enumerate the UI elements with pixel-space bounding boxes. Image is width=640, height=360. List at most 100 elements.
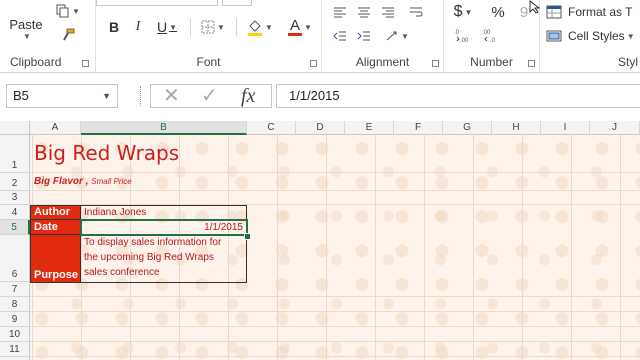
svg-text:.00: .00 <box>482 30 491 36</box>
borders-icon <box>201 20 215 34</box>
subtitle-cell[interactable]: Big Flavor , Small Price <box>34 176 132 187</box>
formula-input[interactable]: 1/1/2015 <box>276 84 640 108</box>
underline-label: U <box>156 19 168 35</box>
alignment-group-label: Alignment <box>355 55 410 69</box>
ribbon: Paste ▼ ▼ Clipboard ↘ B I U▼ ▼ ▼ <box>0 0 640 73</box>
bold-button[interactable]: B <box>104 17 124 37</box>
orientation-icon <box>386 31 397 41</box>
percent-style-button[interactable]: % <box>488 2 508 22</box>
chevron-down-icon: ▼ <box>23 32 31 41</box>
row-header-7[interactable]: 7 <box>0 282 30 297</box>
row-header-2[interactable]: 2 <box>0 173 30 191</box>
column-header-E[interactable]: E <box>345 121 394 135</box>
formula-bar: B5 ▼ ✕ ✓ fx 1/1/2015 <box>0 78 640 118</box>
worksheet-grid[interactable]: A B C D E F G H I J 1 2 3 4 5 6 7 8 9 10… <box>0 121 640 360</box>
font-name-box[interactable] <box>96 0 218 6</box>
format-as-table-icon <box>546 5 562 19</box>
copy-button[interactable]: ▼ <box>56 2 80 20</box>
font-dialog-launcher[interactable]: ↘ <box>310 60 317 67</box>
cell-styles-icon <box>546 30 562 42</box>
row-header-8[interactable]: 8 <box>0 297 30 312</box>
column-header-C[interactable]: C <box>247 121 296 135</box>
row-header-3[interactable]: 3 <box>0 191 30 205</box>
column-header-B[interactable]: B <box>81 121 247 135</box>
font-color-button[interactable]: A ▼ <box>282 15 318 39</box>
cursor-arrow-icon <box>529 0 541 14</box>
title-cell[interactable]: Big Red Wraps <box>34 141 179 165</box>
row-header-4[interactable]: 4 <box>0 205 30 220</box>
insert-function-icon[interactable]: fx <box>241 85 255 107</box>
fill-color-button[interactable]: ▼ <box>242 15 278 39</box>
orientation-button[interactable]: ▼ <box>382 28 412 44</box>
chevron-down-icon: ▼ <box>464 7 473 17</box>
column-header-H[interactable]: H <box>492 121 541 135</box>
column-header-D[interactable]: D <box>296 121 345 135</box>
percent-icon: % <box>491 3 505 21</box>
wrap-text-button[interactable] <box>406 4 426 20</box>
chevron-down-icon[interactable]: ▼ <box>102 85 111 107</box>
gridline <box>30 296 640 297</box>
comma-icon: 9 <box>519 3 529 21</box>
svg-text:.0: .0 <box>490 38 496 43</box>
subtitle-main: Big Flavor <box>34 176 83 187</box>
align-left-lines-icon <box>334 7 346 18</box>
decrease-indent-icon <box>333 31 346 41</box>
gridline <box>30 326 640 327</box>
clipboard-dialog-launcher[interactable]: ↘ <box>82 60 89 67</box>
row-header-10[interactable]: 10 <box>0 327 30 342</box>
chevron-down-icon: ▼ <box>626 31 635 41</box>
align-top-button[interactable] <box>330 4 350 20</box>
italic-button[interactable]: I <box>128 17 148 37</box>
column-header-G[interactable]: G <box>443 121 492 135</box>
accounting-format-button[interactable]: $ ▼ <box>450 2 476 22</box>
gridline <box>30 190 640 191</box>
align-bottom-button[interactable] <box>378 4 398 20</box>
row-header-9[interactable]: 9 <box>0 312 30 327</box>
gridline <box>30 341 640 342</box>
cell-styles-button[interactable]: Cell Styles ▼ <box>546 26 640 46</box>
cancel-icon[interactable]: ✕ <box>163 85 180 107</box>
name-box-value: B5 <box>13 88 29 103</box>
styles-group: Format as T Cell Styles ▼ Styl <box>540 0 640 72</box>
number-group: $ ▼ % 9 .0.00 .00.0 Number ↘ <box>444 0 540 72</box>
info-table-col-divider <box>80 205 81 283</box>
name-box[interactable]: B5 ▼ <box>6 84 118 108</box>
select-all-corner[interactable] <box>0 121 30 135</box>
row-header-1[interactable]: 1 <box>0 135 30 173</box>
borders-button[interactable]: ▼ <box>196 17 230 37</box>
row-header-5[interactable]: 5 <box>0 220 30 235</box>
fill-handle[interactable] <box>244 233 251 240</box>
gridline <box>30 311 640 312</box>
align-center-lines-icon <box>358 7 370 18</box>
increase-indent-button[interactable] <box>354 28 374 44</box>
chevron-down-icon: ▼ <box>265 22 273 32</box>
font-group-label: Font <box>196 55 221 69</box>
italic-label: I <box>135 19 141 34</box>
underline-button[interactable]: U ▼ <box>152 17 182 37</box>
styles-group-label: Styl <box>617 55 638 69</box>
column-header-F[interactable]: F <box>394 121 443 135</box>
column-header-A[interactable]: A <box>30 121 81 135</box>
subtitle-separator: , <box>82 176 92 187</box>
column-header-I[interactable]: I <box>541 121 590 135</box>
increase-decimal-button[interactable]: .0.00 <box>452 26 476 44</box>
format-painter-button[interactable] <box>58 26 78 44</box>
column-header-J[interactable]: J <box>590 121 640 135</box>
format-painter-icon <box>63 28 75 41</box>
row-header-11[interactable]: 11 <box>0 342 30 357</box>
alignment-dialog-launcher[interactable]: ↘ <box>432 60 439 67</box>
number-dialog-launcher[interactable]: ↘ <box>528 60 535 67</box>
row-header-6[interactable]: 6 <box>0 235 30 282</box>
format-as-table-button[interactable]: Format as T <box>546 2 640 22</box>
font-size-box[interactable] <box>222 0 252 6</box>
paste-button[interactable]: Paste ▼ <box>4 12 48 46</box>
formula-bar-grip[interactable] <box>140 86 144 106</box>
active-cell-selection[interactable] <box>80 219 248 236</box>
clipboard-group-label: Clipboard <box>10 55 62 69</box>
decrease-indent-button[interactable] <box>330 28 350 44</box>
font-group: B I U▼ ▼ ▼ A ▼ Font ↘ <box>96 0 322 72</box>
increase-decimal-icon: .0.00 <box>454 30 469 43</box>
align-middle-button[interactable] <box>354 4 374 20</box>
enter-icon[interactable]: ✓ <box>201 85 218 107</box>
decrease-decimal-button[interactable]: .00.0 <box>480 26 504 44</box>
